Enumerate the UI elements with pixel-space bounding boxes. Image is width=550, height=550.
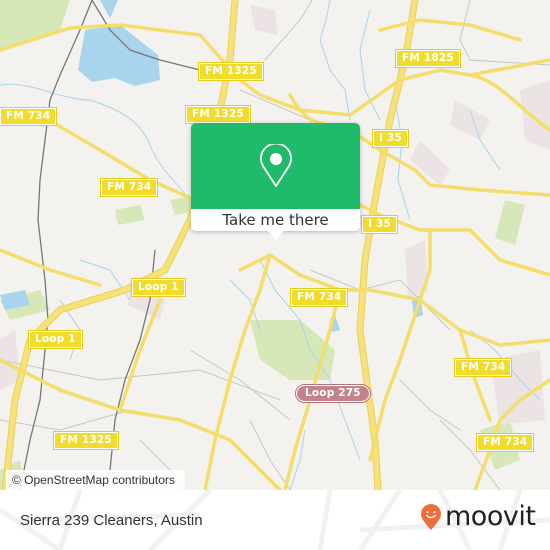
- map-attribution[interactable]: © OpenStreetMap contributors: [6, 470, 185, 490]
- secondary-roads: [0, 18, 550, 490]
- road-label-fm-734: FM 734: [289, 288, 349, 307]
- moovit-pin-icon: [421, 504, 441, 530]
- road-label-i-35: I 35: [372, 129, 409, 148]
- road-label-loop-1: Loop 1: [131, 278, 186, 297]
- road-label-fm-734: FM 734: [99, 178, 159, 197]
- map-view[interactable]: FM 1325 FM 1825 FM 734 FM 1325 I 35 FM 7…: [0, 0, 550, 490]
- road-label-fm-1325: FM 1325: [198, 62, 264, 81]
- moovit-wordmark: moovit: [445, 501, 536, 532]
- road-label-loop-1: Loop 1: [28, 330, 83, 349]
- road-label-loop-275: Loop 275: [295, 384, 371, 403]
- road-label-fm-1825: FM 1825: [395, 49, 461, 68]
- moovit-logo[interactable]: moovit: [420, 501, 536, 532]
- footer-bar: Sierra 239 Cleaners, Austin moovit: [0, 490, 550, 550]
- place-name: Sierra 239 Cleaners, Austin: [20, 512, 203, 529]
- take-me-there-button[interactable]: Take me there: [191, 209, 360, 231]
- road-label-fm-1325: FM 1325: [53, 431, 119, 450]
- popup-header: [191, 123, 360, 209]
- road-label-fm-734: FM 734: [453, 358, 513, 377]
- road-label-i-35: I 35: [361, 215, 398, 234]
- location-popup: Take me there: [191, 123, 360, 247]
- road-label-fm-734: FM 734: [475, 433, 535, 452]
- popup-pointer: [268, 231, 284, 240]
- road-label-fm-734: FM 734: [0, 107, 58, 126]
- map-pin-icon: [259, 144, 292, 187]
- road-label-fm-1325: FM 1325: [185, 105, 251, 124]
